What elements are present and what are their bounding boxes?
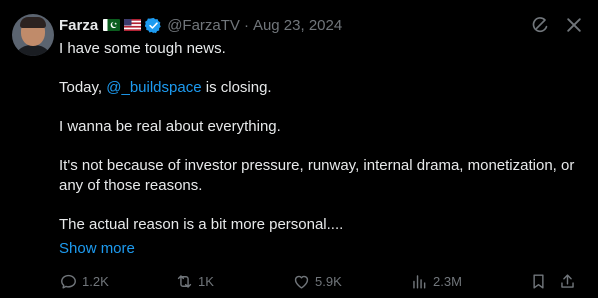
- pakistan-flag-icon: [103, 19, 121, 31]
- share-button[interactable]: [558, 270, 577, 292]
- close-icon[interactable]: [564, 15, 584, 35]
- views-icon: [413, 274, 426, 289]
- text-line-1: I have some tough news.: [59, 40, 226, 57]
- post-header: Farza @FarzaTV · Aug 23, 2024: [59, 14, 342, 36]
- text-line-4: It's not because of investor pressure, r…: [59, 157, 575, 194]
- us-flag-icon: [124, 19, 142, 31]
- show-more-link[interactable]: Show more: [59, 239, 135, 259]
- action-bar: 1.2K 1K 5.9K 2.3M: [59, 270, 579, 292]
- share-icon: [561, 273, 574, 288]
- separator-dot: ·: [243, 16, 249, 34]
- reply-icon: [61, 274, 76, 289]
- bookmark-button[interactable]: [529, 270, 548, 292]
- bookmark-icon: [533, 273, 544, 289]
- author-handle[interactable]: @FarzaTV: [167, 17, 240, 34]
- repost-icon: [177, 274, 192, 288]
- reply-button[interactable]: 1.2K: [59, 270, 109, 292]
- like-button[interactable]: 5.9K: [292, 270, 342, 292]
- avatar[interactable]: [12, 14, 54, 56]
- like-count: 5.9K: [315, 273, 342, 289]
- post-date[interactable]: Aug 23, 2024: [253, 17, 342, 34]
- mention-link[interactable]: @_buildspace: [106, 79, 201, 96]
- author-name[interactable]: Farza: [59, 17, 98, 34]
- repost-button[interactable]: 1K: [175, 270, 214, 292]
- view-count: 2.3M: [433, 273, 462, 289]
- repost-count: 1K: [198, 273, 214, 289]
- verified-badge-icon[interactable]: [145, 17, 162, 34]
- like-icon: [294, 275, 309, 289]
- text-line-5: The actual reason is a bit more personal…: [59, 216, 344, 233]
- views-button[interactable]: 2.3M: [410, 270, 462, 292]
- reply-count: 1.2K: [82, 273, 109, 289]
- top-actions: [530, 15, 584, 35]
- text-line-3: I wanna be real about everything.: [59, 118, 281, 135]
- post-text: I have some tough news. Today, @_buildsp…: [59, 39, 584, 254]
- post-card[interactable]: Farza @FarzaTV · Aug 23, 2024 I have som…: [0, 0, 598, 298]
- text-line-2: Today, @_buildspace is closing.: [59, 79, 272, 96]
- grok-icon[interactable]: [530, 15, 550, 35]
